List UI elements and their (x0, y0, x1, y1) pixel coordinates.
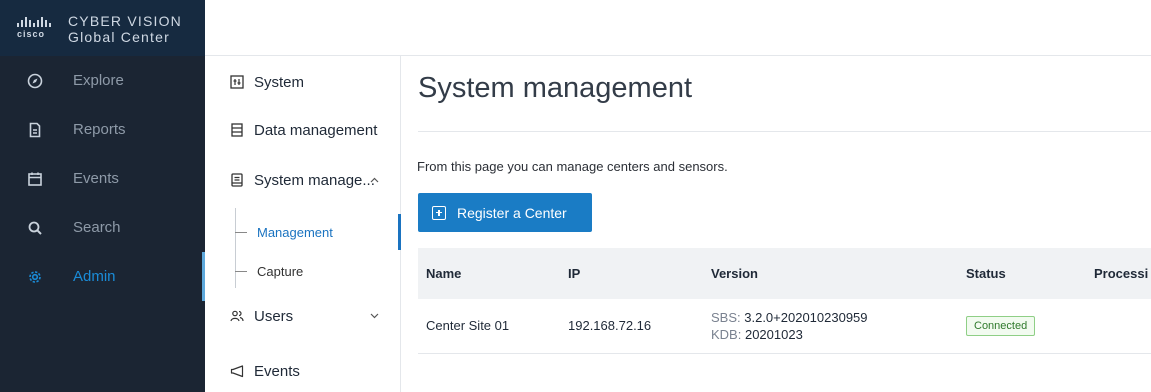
brand-header: cisco CYBER VISION Global Center (0, 0, 205, 56)
tree-dash (235, 231, 247, 233)
register-center-button[interactable]: Register a Center (418, 193, 592, 232)
subnav-child-label: Management (257, 224, 333, 240)
subnav-label: Events (254, 362, 300, 380)
nav-item-admin[interactable]: Admin (0, 252, 205, 301)
version-sbs-key: SBS: (711, 309, 741, 325)
users-icon (230, 309, 244, 323)
column-header-name[interactable]: Name (418, 248, 560, 299)
cisco-wordmark: cisco (17, 29, 46, 39)
calendar-icon (27, 171, 43, 187)
status-badge: Connected (966, 315, 1036, 336)
subnav-item-users[interactable]: Users (205, 296, 401, 336)
page-title: System management (418, 72, 693, 104)
subnav-child-label: Capture (257, 263, 304, 279)
version-sbs-value: 3.2.0+202010230959 (744, 309, 868, 325)
centers-table: Name IP Version Status Processi Center S… (418, 248, 1151, 354)
subnav-child-management[interactable]: Management (235, 214, 401, 250)
version-kdb-key: KDB: (711, 326, 742, 342)
nav-item-search[interactable]: Search (0, 203, 205, 252)
register-center-label: Register a Center (457, 204, 567, 221)
nav-item-explore[interactable]: Explore (0, 56, 205, 105)
cisco-logo: cisco (17, 17, 53, 41)
version-kdb-value: 20201023 (744, 326, 803, 342)
main-sidebar: cisco CYBER VISION Global Center Explore… (0, 0, 205, 392)
server-icon (230, 173, 244, 187)
product-title-line2: Global Center (68, 29, 170, 45)
tree-dash (235, 270, 247, 272)
subnav-child-capture[interactable]: Capture (235, 253, 401, 289)
page-description: From this page you can manage centers an… (417, 159, 728, 174)
chevron-up-icon[interactable] (370, 175, 379, 186)
column-header-ip[interactable]: IP (560, 248, 703, 299)
system-icon (230, 75, 244, 89)
nav-item-events[interactable]: Events (0, 154, 205, 203)
subnav-label: Users (254, 307, 294, 325)
app-root: cisco CYBER VISION Global Center Explore… (0, 0, 1151, 392)
table-row[interactable]: Center Site 01 192.168.72.16 SBS: 3.2.0+… (418, 299, 1151, 354)
main-content: System management From this page you can… (401, 56, 1151, 392)
subnav-label: System manage... (254, 171, 375, 189)
database-icon (230, 123, 244, 137)
column-header-processing[interactable]: Processi (1086, 248, 1151, 299)
version-sbs: SBS: 3.2.0+202010230959 (711, 309, 958, 326)
compass-icon (27, 73, 43, 89)
nav-label: Search (73, 219, 121, 236)
search-icon (27, 220, 43, 236)
subnav-item-events[interactable]: Events (205, 351, 401, 391)
main-nav: Explore Reports Events Search Admin (0, 56, 205, 301)
nav-label: Events (73, 170, 119, 187)
admin-subnav: System Data management System manage... … (205, 56, 401, 392)
gear-icon (27, 269, 43, 285)
document-icon (27, 122, 43, 138)
subnav-item-data-management[interactable]: Data management (205, 110, 401, 150)
cell-status: Connected (958, 299, 1086, 354)
subnav-label: System (254, 73, 305, 91)
product-title-line1: CYBER VISION (68, 13, 182, 29)
cell-name: Center Site 01 (418, 299, 560, 354)
nav-label: Admin (73, 268, 116, 285)
cell-ip: 192.168.72.16 (560, 299, 703, 354)
chevron-down-icon[interactable] (370, 311, 379, 322)
subnav-item-system-management[interactable]: System manage... (205, 160, 401, 200)
cell-processing (1086, 299, 1151, 354)
top-header (205, 0, 1151, 56)
subnav-label: Data management (254, 121, 378, 139)
subnav-item-system[interactable]: System (205, 62, 401, 102)
product-title: CYBER VISION Global Center (68, 13, 182, 45)
nav-label: Explore (73, 72, 124, 89)
nav-item-reports[interactable]: Reports (0, 105, 205, 154)
add-document-icon (432, 205, 446, 220)
cell-version: SBS: 3.2.0+202010230959 KDB: 20201023 (703, 299, 958, 354)
column-header-version[interactable]: Version (703, 248, 958, 299)
column-header-status[interactable]: Status (958, 248, 1086, 299)
version-kdb: KDB: 20201023 (711, 326, 958, 343)
table-header-row: Name IP Version Status Processi (418, 248, 1151, 299)
title-divider (418, 131, 1151, 132)
megaphone-icon (230, 364, 244, 378)
nav-label: Reports (73, 121, 126, 138)
